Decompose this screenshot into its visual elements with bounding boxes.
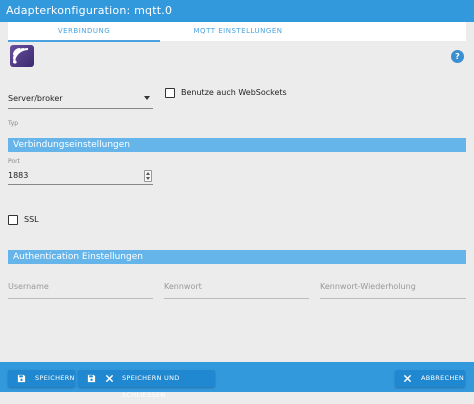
tab-verbindung[interactable]: VERBINDUNG [8,22,160,41]
port-value: 1883 [8,171,29,180]
section-authentication-settings: Authentication Einstellungen [8,250,466,264]
section-connection-settings: Verbindungseinstellungen [8,138,466,152]
save-and-close-button[interactable]: SPEICHERN UND SCHLIESSEN [78,370,215,399]
tab-mqtt-einstellungen[interactable]: MQTT EINSTELLUNGEN [162,22,314,41]
username-placeholder: Username [8,282,49,291]
password-placeholder: Kennwort [164,282,202,291]
port-input[interactable]: 1883 [8,168,153,185]
active-tab-indicator [8,40,160,42]
ssl-label: SSL [24,215,39,224]
chevron-down-icon [144,96,150,100]
window-title: Adapterkonfiguration: mqtt.0 [0,0,474,22]
save-button[interactable]: SPEICHERN [8,370,75,387]
port-label: Port [8,158,20,165]
ssl-checkbox[interactable] [8,215,18,225]
connection-type-select[interactable]: Server/broker [8,88,153,109]
cancel-label: ABBRECHEN [421,374,465,382]
close-icon [105,374,114,383]
save-icon [87,374,96,383]
websockets-checkbox[interactable] [165,88,175,98]
cancel-button[interactable]: ABBRECHEN [395,370,465,387]
password-repeat-placeholder: Kennwort-Wiederholung [320,282,416,291]
websockets-label: Benutze auch WebSockets [181,88,287,97]
username-field[interactable]: Username [8,280,153,299]
connection-type-helper: Typ [8,120,19,127]
save-label: SPEICHERN [35,374,75,382]
password-repeat-field[interactable]: Kennwort-Wiederholung [320,280,466,299]
footer-bar: SPEICHERN SPEICHERN UND SCHLIESSEN ABBRE… [0,362,474,399]
close-icon [403,374,412,383]
number-spinner-icon[interactable] [144,170,152,182]
mqtt-logo-icon [10,45,34,67]
connection-type-value: Server/broker [8,94,63,103]
save-and-close-label: SPEICHERN UND SCHLIESSEN [122,374,180,399]
password-field[interactable]: Kennwort [164,280,309,299]
save-icon [17,374,26,383]
help-icon[interactable]: ? [451,50,464,63]
tab-bar: VERBINDUNG MQTT EINSTELLUNGEN [8,22,466,42]
